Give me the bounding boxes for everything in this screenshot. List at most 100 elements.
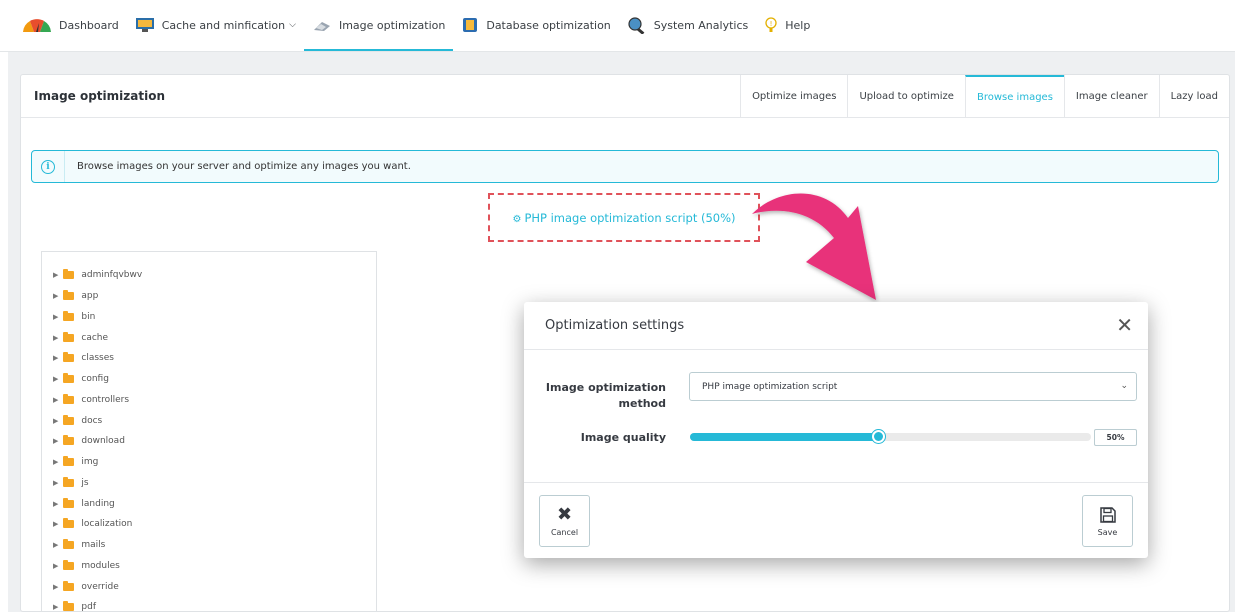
svg-text:!: ! (770, 20, 773, 28)
folder-icon (63, 518, 75, 529)
tree-item[interactable]: ▶ bin (42, 307, 376, 328)
optimization-method-link[interactable]: ⚙ PHP image optimization script (50%) (512, 211, 735, 225)
expand-triangle-icon[interactable]: ▶ (53, 458, 58, 466)
nav-cache-minification[interactable]: Cache and minfication ⌵ (127, 0, 304, 51)
expand-triangle-icon[interactable]: ▶ (53, 417, 58, 425)
tab-optimize-images[interactable]: Optimize images (740, 75, 847, 118)
folder-icon (63, 456, 75, 467)
nav-database-optimization[interactable]: Database optimization (453, 0, 618, 51)
expand-triangle-icon[interactable]: ▶ (53, 562, 58, 570)
folder-icon (63, 476, 75, 487)
folder-tree: ▶ adminfqvbwv ▶ app ▶ bin ▶ cache ▶ classes ▶ confi… (41, 251, 377, 612)
tree-item[interactable]: ▶ classes (42, 348, 376, 369)
help-icon: ! (765, 17, 777, 32)
chevron-down-icon: ⌄ (1120, 381, 1128, 391)
tree-item[interactable]: ▶ controllers (42, 390, 376, 411)
tree-item[interactable]: ▶ pdf (42, 597, 376, 612)
tree-item[interactable]: ▶ localization (42, 514, 376, 535)
tree-item[interactable]: ▶ img (42, 452, 376, 473)
panel-header: Image optimization Optimize images Uploa… (21, 75, 1229, 118)
expand-triangle-icon[interactable]: ▶ (53, 437, 58, 445)
folder-icon (63, 269, 75, 280)
nav-image-label: Image optimization (338, 18, 446, 32)
expand-triangle-icon[interactable]: ▶ (53, 292, 58, 300)
folder-icon (63, 435, 75, 446)
expand-triangle-icon[interactable]: ▶ (53, 541, 58, 549)
folder-icon (63, 539, 75, 550)
expand-triangle-icon[interactable]: ▶ (53, 479, 58, 487)
tree-item[interactable]: ▶ js (42, 473, 376, 494)
tree-item-label: mails (81, 540, 106, 551)
arrow-icon (752, 193, 876, 300)
tree-item[interactable]: ▶ config (42, 369, 376, 390)
nav-analytics-label: System Analytics (653, 18, 749, 32)
tree-item-label: bin (81, 311, 96, 322)
tree-item-label: classes (81, 353, 114, 364)
expand-triangle-icon[interactable]: ▶ (53, 583, 58, 591)
analytics-icon (628, 17, 645, 34)
quality-slider-fill (690, 433, 879, 441)
modal-header: Optimization settings (524, 302, 1148, 350)
tree-item[interactable]: ▶ download (42, 431, 376, 452)
expand-triangle-icon[interactable]: ▶ (53, 313, 58, 321)
folder-icon (63, 331, 75, 342)
close-icon[interactable]: ✕ (1116, 315, 1133, 335)
panel-title: Image optimization (34, 89, 165, 103)
expand-triangle-icon[interactable]: ▶ (53, 520, 58, 528)
cancel-button[interactable]: ✖ Cancel (539, 495, 590, 547)
tree-item[interactable]: ▶ docs (42, 410, 376, 431)
tab-image-cleaner[interactable]: Image cleaner (1063, 75, 1159, 118)
quality-slider-handle[interactable] (872, 430, 886, 443)
tree-item[interactable]: ▶ override (42, 576, 376, 597)
folder-icon (63, 373, 75, 384)
folder-icon (63, 580, 75, 591)
highlight-dashed-box: ⚙ PHP image optimization script (50%) (488, 193, 760, 242)
panel-tabs: Optimize images Upload to optimize Brows… (740, 75, 1229, 118)
tree-item[interactable]: ▶ landing (42, 493, 376, 514)
expand-triangle-icon[interactable]: ▶ (53, 334, 58, 342)
folder-icon (63, 497, 75, 508)
nav-dashboard[interactable]: Dashboard (14, 0, 127, 51)
tree-item[interactable]: ▶ adminfqvbwv (42, 265, 376, 286)
modal-title: Optimization settings (545, 318, 685, 333)
expand-triangle-icon[interactable]: ▶ (53, 271, 58, 279)
nav-help-label: Help (785, 18, 811, 32)
save-label: Save (1097, 527, 1118, 537)
quality-value: 50% (1094, 429, 1137, 446)
folder-icon (63, 393, 75, 404)
tab-lazy-load[interactable]: Lazy load (1158, 75, 1229, 118)
quality-slider[interactable] (690, 430, 1091, 443)
nav-image-optimization[interactable]: Image optimization (303, 0, 454, 51)
save-button[interactable]: Save (1082, 495, 1133, 547)
nav-system-analytics[interactable]: System Analytics (619, 0, 756, 51)
nav-help[interactable]: ! Help (756, 0, 818, 51)
folder-icon (63, 559, 75, 570)
folder-icon (63, 290, 75, 301)
cancel-label: Cancel (550, 528, 579, 537)
tree-item-label: localization (81, 519, 133, 530)
expand-triangle-icon[interactable]: ▶ (53, 500, 58, 508)
expand-triangle-icon[interactable]: ▶ (53, 603, 58, 611)
tree-item[interactable]: ▶ cache (42, 327, 376, 348)
method-label-line1: Image optimization (545, 381, 666, 394)
tree-item-label: download (81, 436, 125, 447)
nav-database-label: Database optimization (486, 18, 611, 32)
expand-triangle-icon[interactable]: ▶ (53, 354, 58, 362)
method-select[interactable]: PHP image optimization script ⌄ (689, 372, 1137, 401)
folder-icon (63, 601, 75, 612)
folder-icon (63, 414, 75, 425)
expand-triangle-icon[interactable]: ▶ (53, 375, 58, 383)
optimization-settings-modal: Optimization settings ✕ Image optimizati… (524, 302, 1148, 558)
info-alert: i Browse images on your server and optim… (31, 150, 1219, 183)
tree-item[interactable]: ▶ app (42, 286, 376, 307)
tree-item[interactable]: ▶ mails (42, 535, 376, 556)
method-label-line2: method (618, 397, 666, 410)
tab-upload-to-optimize[interactable]: Upload to optimize (847, 75, 965, 118)
tree-item[interactable]: ▶ modules (42, 556, 376, 577)
expand-triangle-icon[interactable]: ▶ (53, 396, 58, 404)
method-select-value: PHP image optimization script (702, 381, 838, 392)
image-tool-icon (313, 22, 330, 31)
nav-dashboard-label: Dashboard (59, 18, 119, 32)
tree-item-label: controllers (81, 394, 130, 405)
tab-browse-images[interactable]: Browse images (964, 75, 1064, 118)
